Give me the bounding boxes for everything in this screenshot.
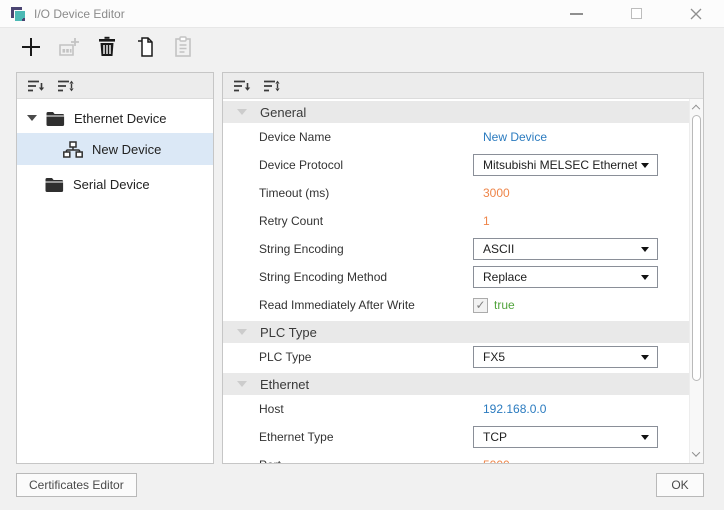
collapse-all-icon[interactable] bbox=[27, 79, 45, 93]
app-logo-icon bbox=[10, 6, 26, 22]
window-controls bbox=[566, 4, 714, 24]
vertical-scrollbar[interactable] bbox=[689, 99, 703, 463]
dropdown-arrow-icon bbox=[641, 163, 649, 168]
property-row-ethernet-type: Ethernet Type TCP bbox=[223, 423, 689, 451]
copy-device-button[interactable] bbox=[132, 34, 158, 60]
property-label: String Encoding bbox=[259, 242, 344, 256]
read-immediately-checkbox-wrap: ✓ true bbox=[473, 297, 515, 313]
add-device-button[interactable] bbox=[18, 34, 44, 60]
scrollbar-up-icon[interactable] bbox=[691, 103, 701, 114]
tree-item-label: Ethernet Device bbox=[74, 110, 167, 126]
property-label: Host bbox=[259, 402, 284, 416]
ethernet-type-dropdown[interactable]: TCP bbox=[473, 426, 658, 448]
dropdown-value: ASCII bbox=[483, 242, 515, 256]
section-title: PLC Type bbox=[260, 324, 317, 340]
window-title: I/O Device Editor bbox=[34, 6, 125, 21]
host-value[interactable]: 192.168.0.0 bbox=[483, 402, 546, 416]
property-row-retry-count: Retry Count 1 bbox=[223, 207, 689, 235]
section-chevron-icon bbox=[237, 109, 247, 115]
tree-item-new-device[interactable]: New Device bbox=[17, 133, 213, 165]
dropdown-value: TCP bbox=[483, 430, 507, 444]
property-row-read-immediately: Read Immediately After Write ✓ true bbox=[223, 291, 689, 319]
expand-all-icon[interactable] bbox=[57, 79, 75, 93]
close-button[interactable] bbox=[686, 4, 706, 24]
property-row-plc-type: PLC Type FX5 bbox=[223, 343, 689, 371]
section-chevron-icon bbox=[237, 329, 247, 335]
device-protocol-dropdown[interactable]: Mitsubishi MELSEC Ethernet bbox=[473, 154, 658, 176]
section-general[interactable]: General bbox=[223, 101, 689, 123]
folder-icon bbox=[46, 111, 65, 126]
property-label: Device Name bbox=[259, 130, 332, 144]
property-label: Port bbox=[259, 458, 281, 463]
property-label: PLC Type bbox=[259, 350, 312, 364]
property-label: Device Protocol bbox=[259, 158, 344, 172]
section-title: General bbox=[260, 104, 307, 120]
tree-panel-header bbox=[17, 73, 213, 99]
property-label: Retry Count bbox=[259, 214, 324, 228]
tree-item-label: Serial Device bbox=[73, 176, 150, 192]
tree-item-label: New Device bbox=[92, 141, 162, 157]
property-row-device-protocol: Device Protocol Mitsubishi MELSEC Ethern… bbox=[223, 151, 689, 179]
retry-count-value[interactable]: 1 bbox=[483, 214, 490, 228]
section-plc-type[interactable]: PLC Type bbox=[223, 321, 689, 343]
property-grid: General Device Name New Device Device Pr… bbox=[223, 99, 689, 463]
delete-device-button[interactable] bbox=[94, 34, 120, 60]
string-encoding-method-dropdown[interactable]: Replace bbox=[473, 266, 658, 288]
certificates-editor-button[interactable]: Certificates Editor bbox=[16, 473, 137, 497]
section-ethernet[interactable]: Ethernet bbox=[223, 373, 689, 395]
property-row-port: Port 5000 bbox=[223, 451, 689, 463]
dropdown-arrow-icon bbox=[641, 355, 649, 360]
property-row-device-name: Device Name New Device bbox=[223, 123, 689, 151]
property-row-string-encoding-method: String Encoding Method Replace bbox=[223, 263, 689, 291]
maximize-button[interactable] bbox=[626, 4, 646, 24]
title-bar: I/O Device Editor bbox=[0, 0, 724, 28]
property-panel: General Device Name New Device Device Pr… bbox=[222, 72, 704, 464]
toolbar bbox=[18, 34, 196, 60]
timeout-value[interactable]: 3000 bbox=[483, 186, 510, 200]
folder-icon bbox=[45, 177, 64, 192]
device-tree-panel: Ethernet Device New Device Serial Device bbox=[16, 72, 214, 464]
property-label: Read Immediately After Write bbox=[259, 298, 415, 312]
section-title: Ethernet bbox=[260, 376, 310, 392]
checkbox-label: true bbox=[494, 298, 515, 312]
add-group-button bbox=[56, 34, 82, 60]
collapse-all-icon[interactable] bbox=[233, 79, 251, 93]
device-name-value[interactable]: New Device bbox=[483, 130, 547, 144]
device-tree: Ethernet Device New Device Serial Device bbox=[17, 99, 213, 199]
dropdown-arrow-icon bbox=[641, 275, 649, 280]
port-value[interactable]: 5000 bbox=[483, 458, 510, 463]
dropdown-arrow-icon bbox=[641, 247, 649, 252]
dropdown-value: Replace bbox=[483, 270, 528, 284]
dropdown-value: FX5 bbox=[483, 350, 506, 364]
checkbox-checked-icon[interactable]: ✓ bbox=[473, 297, 488, 313]
network-device-icon bbox=[63, 140, 83, 158]
plc-type-dropdown[interactable]: FX5 bbox=[473, 346, 658, 368]
expand-all-icon[interactable] bbox=[263, 79, 281, 93]
property-row-string-encoding: String Encoding ASCII bbox=[223, 235, 689, 263]
property-label: Timeout (ms) bbox=[259, 186, 330, 200]
string-encoding-dropdown[interactable]: ASCII bbox=[473, 238, 658, 260]
tree-item-ethernet-device[interactable]: Ethernet Device bbox=[17, 103, 213, 133]
scrollbar-down-icon[interactable] bbox=[691, 448, 701, 459]
dropdown-value: Mitsubishi MELSEC Ethernet bbox=[483, 158, 637, 172]
property-label: String Encoding Method bbox=[259, 270, 388, 284]
property-label: Ethernet Type bbox=[259, 430, 334, 444]
ok-button[interactable]: OK bbox=[656, 473, 704, 497]
expander-icon[interactable] bbox=[27, 115, 37, 121]
minimize-button[interactable] bbox=[566, 4, 586, 24]
scrollbar-thumb[interactable] bbox=[692, 115, 701, 381]
dropdown-arrow-icon bbox=[641, 435, 649, 440]
property-row-timeout: Timeout (ms) 3000 bbox=[223, 179, 689, 207]
paste-device-button bbox=[170, 34, 196, 60]
section-chevron-icon bbox=[237, 381, 247, 387]
tree-item-serial-device[interactable]: Serial Device bbox=[17, 169, 213, 199]
property-panel-header bbox=[223, 73, 703, 99]
property-row-host: Host 192.168.0.0 bbox=[223, 395, 689, 423]
